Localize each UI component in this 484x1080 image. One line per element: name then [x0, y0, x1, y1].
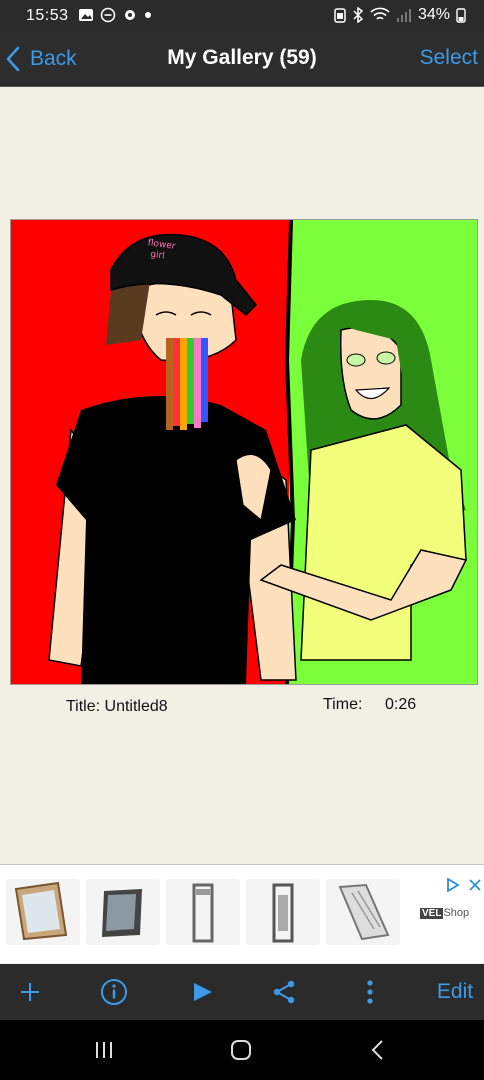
ad-product-2[interactable]: [86, 879, 160, 945]
svg-text:girl: girl: [150, 250, 166, 262]
time-value: 0:26: [385, 696, 417, 713]
more-button[interactable]: [356, 974, 384, 1010]
status-bar: 15:53 34%: [0, 0, 484, 32]
bottom-toolbar: Edit: [0, 964, 484, 1020]
ad-product-4[interactable]: [246, 879, 320, 945]
gallery-icon: [79, 9, 93, 21]
ad-logo-text: Shop: [443, 907, 470, 919]
ad-product-3[interactable]: [166, 879, 240, 945]
back-arrow-icon: [371, 1040, 383, 1060]
home-button[interactable]: [221, 1034, 261, 1066]
drawing-canvas: flower girl: [11, 220, 477, 684]
nav-bar: Back My Gallery (59) Select: [0, 32, 484, 87]
dot-icon: [145, 12, 151, 18]
time-label: Time:: [323, 696, 363, 713]
rainbow-stream: [166, 338, 208, 430]
right-figure-face: [339, 326, 402, 420]
system-nav-bar: [0, 1020, 484, 1080]
more-vertical-icon: [367, 980, 373, 1004]
share-button[interactable]: [266, 974, 302, 1010]
page-title: My Gallery (59): [167, 46, 317, 69]
play-button[interactable]: [184, 974, 220, 1010]
select-button[interactable]: Select: [420, 46, 478, 70]
adchoices-icon[interactable]: [446, 878, 460, 892]
bluetooth-icon: [353, 7, 364, 23]
ad-banner[interactable]: VEL Shop: [0, 864, 484, 963]
battery-percent: 34%: [417, 6, 450, 23]
status-time: 15:53: [26, 7, 69, 24]
wifi-icon: [370, 7, 390, 20]
plus-icon: [21, 983, 39, 1001]
status-right-icons: 34%: [334, 6, 466, 24]
home-icon: [231, 1040, 251, 1060]
battery-icon: [456, 8, 466, 23]
battery-saver-icon: [334, 8, 346, 23]
recents-icon: [96, 1042, 112, 1058]
info-icon: [101, 979, 127, 1005]
add-button[interactable]: [12, 974, 48, 1010]
ad-logo[interactable]: VEL Shop: [420, 907, 469, 919]
status-left-icons: [78, 7, 152, 23]
ad-product-5[interactable]: [326, 879, 400, 945]
dnd-icon: [100, 7, 116, 23]
close-ad-icon[interactable]: [468, 878, 482, 892]
share-icon: [273, 980, 295, 1004]
play-icon: [194, 983, 212, 1001]
ad-product-1[interactable]: [6, 879, 80, 945]
signal-icon: [396, 9, 411, 22]
info-button[interactable]: [94, 974, 134, 1010]
ad-logo-brand: VEL: [420, 908, 444, 919]
artwork-thumbnail[interactable]: flower girl: [10, 219, 478, 685]
artwork-title: Title: Untitled8: [66, 698, 168, 715]
edit-button[interactable]: Edit: [430, 974, 480, 1010]
recents-button[interactable]: [84, 1034, 124, 1066]
back-system-button[interactable]: [358, 1034, 398, 1066]
settings-icon: [125, 10, 135, 20]
